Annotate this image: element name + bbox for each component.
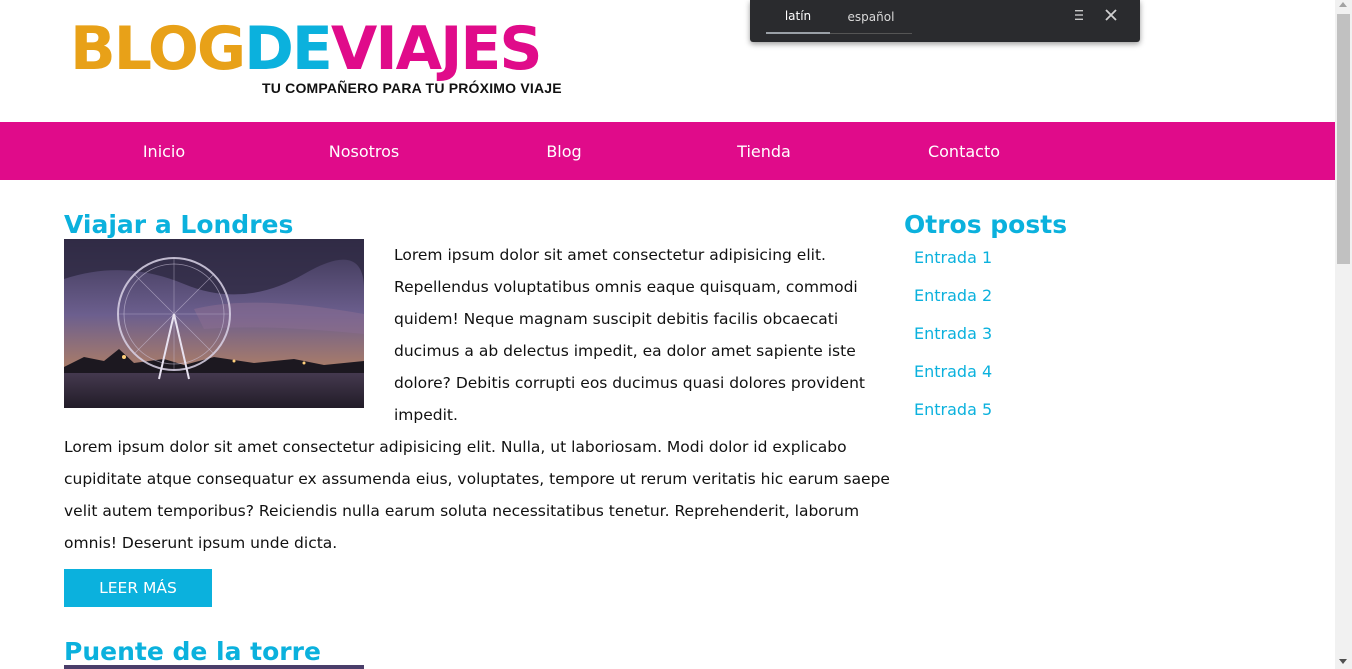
- nav-item-inicio[interactable]: Inicio: [64, 122, 264, 180]
- translate-popup: latín español: [750, 0, 1140, 42]
- site-logo[interactable]: BLOGDEVIAJES: [70, 18, 543, 80]
- scrollbar-thumb[interactable]: [1337, 14, 1350, 264]
- target-language-tab[interactable]: español: [830, 0, 912, 34]
- logo-part-de: DE: [244, 14, 333, 84]
- post-intro-paragraph: Lorem ipsum dolor sit amet consectetur a…: [394, 246, 865, 424]
- main-nav: Inicio Nosotros Blog Tienda Contacto: [0, 122, 1335, 180]
- logo-part-blog: BLOG: [70, 14, 246, 84]
- site-tagline: TU COMPAÑERO PARA TU PRÓXIMO VIAJE: [262, 80, 562, 96]
- sidebar-link-entrada-3[interactable]: Entrada 3: [914, 324, 992, 343]
- close-icon[interactable]: [1102, 8, 1120, 26]
- scroll-up-arrow-icon[interactable]: [1339, 2, 1347, 7]
- sidebar-link-entrada-1[interactable]: Entrada 1: [914, 248, 992, 267]
- post-title[interactable]: Viajar a Londres: [64, 211, 293, 239]
- nav-item-contacto[interactable]: Contacto: [864, 122, 1064, 180]
- sidebar-link-entrada-5[interactable]: Entrada 5: [914, 400, 992, 419]
- post-image-london-eye: [64, 239, 364, 408]
- nav-item-tienda[interactable]: Tienda: [664, 122, 864, 180]
- vertical-scrollbar[interactable]: [1335, 0, 1352, 669]
- read-more-button[interactable]: LEER MÁS: [64, 569, 212, 607]
- nav-item-blog[interactable]: Blog: [464, 122, 664, 180]
- post-body-paragraph: Lorem ipsum dolor sit amet consectetur a…: [64, 438, 890, 552]
- source-language-tab[interactable]: latín: [766, 0, 830, 34]
- sidebar-link-entrada-4[interactable]: Entrada 4: [914, 362, 992, 381]
- post-title[interactable]: Puente de la torre: [64, 638, 321, 666]
- sidebar-title: Otros posts: [904, 210, 1068, 239]
- logo-part-viajes: VIAJES: [330, 14, 543, 84]
- menu-icon[interactable]: [1070, 8, 1088, 26]
- sidebar-link-entrada-2[interactable]: Entrada 2: [914, 286, 992, 305]
- nav-item-nosotros[interactable]: Nosotros: [264, 122, 464, 180]
- scroll-down-arrow-icon[interactable]: [1339, 659, 1347, 664]
- post-image-tower-bridge: [64, 665, 364, 669]
